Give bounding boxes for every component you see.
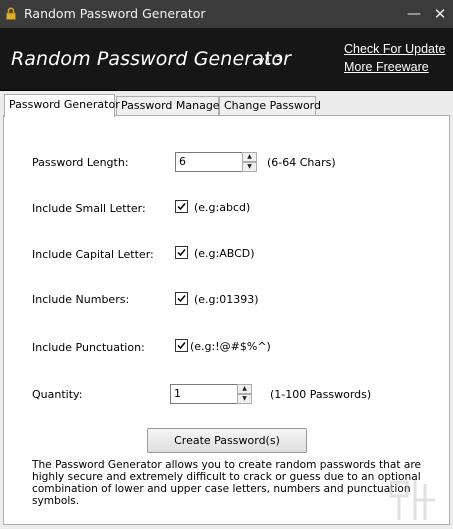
capital-letter-label: Include Capital Letter: — [32, 248, 154, 261]
punctuation-checkbox[interactable] — [175, 339, 188, 352]
quantity-label: Quantity: — [32, 388, 83, 401]
chevron-down-icon[interactable]: ▼ — [237, 394, 252, 404]
minimize-button[interactable]: — — [404, 4, 424, 24]
numbers-label: Include Numbers: — [32, 293, 130, 306]
punctuation-hint: (e.g:!@#$%^) — [190, 340, 271, 353]
banner-title: Random Password Generator — [11, 48, 292, 70]
punctuation-label: Include Punctuation: — [32, 341, 145, 354]
length-label: Password Length: — [32, 156, 129, 169]
create-passwords-button[interactable]: Create Password(s) — [147, 428, 307, 453]
small-letter-label: Include Small Letter: — [32, 202, 146, 215]
version-label: v1.3 — [258, 54, 283, 67]
capital-letter-checkbox[interactable] — [175, 246, 188, 259]
generator-panel: Password Length: 6 ▲ ▼ (6-64 Chars) Incl… — [3, 115, 450, 525]
numbers-checkbox[interactable] — [175, 292, 188, 305]
chevron-up-icon[interactable]: ▲ — [237, 384, 252, 394]
length-stepper[interactable]: ▲ ▼ — [242, 152, 257, 172]
tab-password-manager[interactable]: Password Manager — [116, 96, 224, 116]
close-button[interactable]: ✕ — [430, 4, 450, 24]
window-title: Random Password Generator — [24, 6, 206, 21]
capital-letter-hint: (e.g:ABCD) — [194, 247, 255, 260]
quantity-hint: (1-100 Passwords) — [270, 388, 372, 401]
quantity-stepper[interactable]: ▲ ▼ — [237, 384, 252, 404]
length-hint: (6-64 Chars) — [267, 156, 336, 169]
numbers-hint: (e.g:01393) — [194, 293, 259, 306]
title-bar: Random Password Generator — ✕ — [0, 0, 453, 28]
quantity-input[interactable]: 1 — [170, 384, 238, 404]
length-input[interactable]: 6 — [175, 152, 243, 172]
check-update-link[interactable]: Check For Update — [344, 42, 445, 56]
chevron-down-icon[interactable]: ▼ — [242, 162, 257, 172]
checkmark-icon — [177, 295, 186, 303]
checkmark-icon — [177, 342, 186, 350]
checkmark-icon — [177, 249, 186, 257]
chevron-up-icon[interactable]: ▲ — [242, 152, 257, 162]
checkmark-icon — [177, 203, 186, 211]
watermark-logo — [385, 474, 445, 526]
tab-password-generator[interactable]: Password Generator — [4, 94, 120, 117]
small-letter-checkbox[interactable] — [175, 200, 188, 213]
more-freeware-link[interactable]: More Freeware — [344, 60, 429, 74]
tab-change-password[interactable]: Change Password — [219, 96, 321, 116]
app-banner: Random Password Generator v1.3 Check For… — [0, 28, 453, 91]
small-letter-hint: (e.g:abcd) — [194, 201, 251, 214]
description-text: The Password Generator allows you to cre… — [32, 459, 421, 507]
lock-icon — [6, 7, 16, 20]
